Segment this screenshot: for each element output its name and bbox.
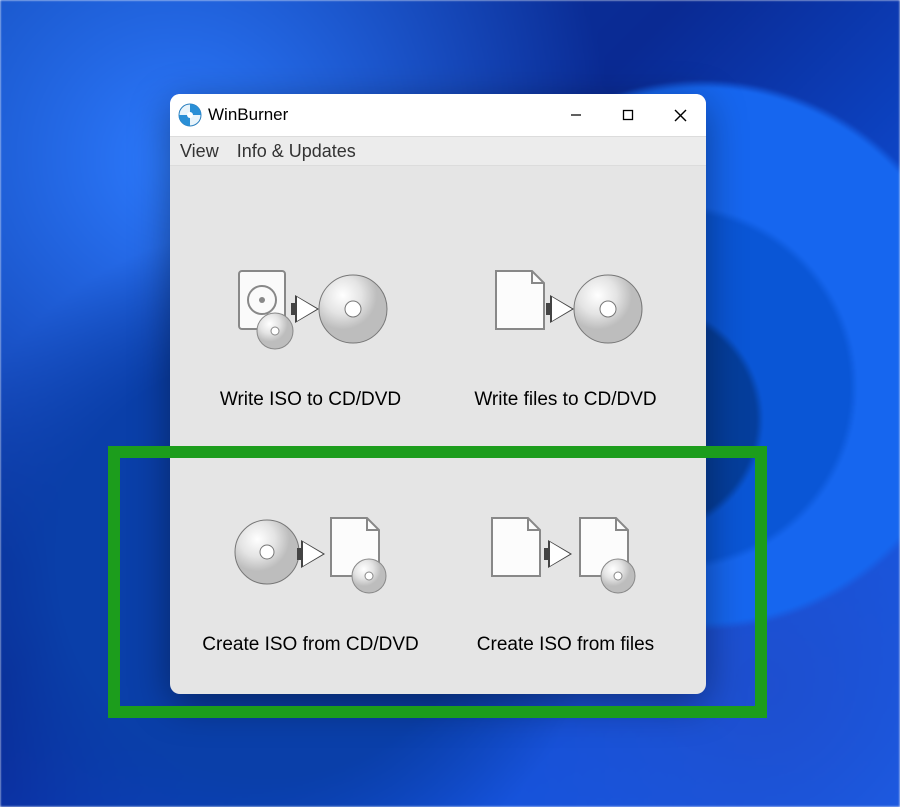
action-write-files-to-cd-dvd[interactable]: Write files to CD/DVD: [443, 190, 688, 425]
action-write-iso-to-cd-dvd[interactable]: Write ISO to CD/DVD: [188, 190, 433, 425]
action-label: Write files to CD/DVD: [474, 389, 656, 411]
action-label: Create ISO from files: [477, 634, 654, 656]
action-label: Create ISO from CD/DVD: [202, 634, 418, 656]
disc-to-iso-icon: [231, 504, 391, 604]
menu-info-updates[interactable]: Info & Updates: [237, 141, 356, 162]
menu-view[interactable]: View: [180, 141, 219, 162]
write-files-to-disc-icon: [486, 259, 646, 359]
action-create-iso-from-cd-dvd[interactable]: Create ISO from CD/DVD: [188, 435, 433, 670]
maximize-button[interactable]: [602, 94, 654, 136]
winburner-window: WinBurner View Info & Updates: [170, 94, 706, 694]
title-bar[interactable]: WinBurner: [170, 94, 706, 136]
write-iso-to-disc-icon: [231, 259, 391, 359]
app-logo-icon: [178, 103, 202, 127]
minimize-button[interactable]: [550, 94, 602, 136]
files-to-iso-icon: [486, 504, 646, 604]
app-title: WinBurner: [208, 105, 288, 125]
action-create-iso-from-files[interactable]: Create ISO from files: [443, 435, 688, 670]
menu-bar: View Info & Updates: [170, 136, 706, 166]
window-controls: [550, 94, 706, 136]
action-label: Write ISO to CD/DVD: [220, 389, 401, 411]
actions-grid: Write ISO to CD/DVD: [170, 166, 706, 694]
close-button[interactable]: [654, 94, 706, 136]
